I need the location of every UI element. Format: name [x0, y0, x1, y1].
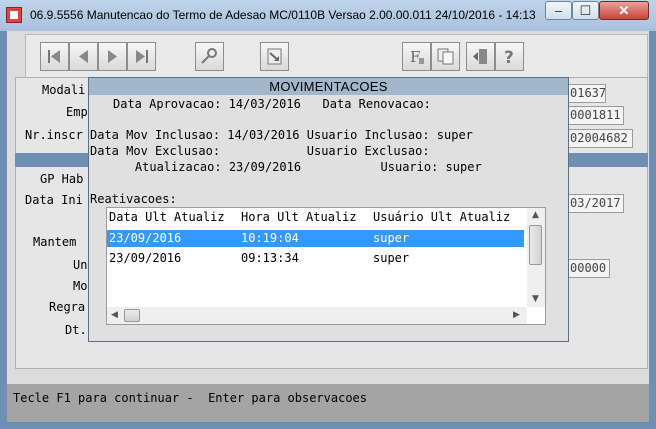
scroll-left-icon[interactable]: ◀ [111, 310, 118, 320]
reativacoes-grid[interactable]: Data Ult Atualiz Hora Ult Atualiz Usuári… [106, 207, 546, 325]
next-record-button[interactable] [98, 42, 127, 71]
app-icon [6, 7, 22, 23]
label-nr-inscricao: Nr.inscr [25, 128, 83, 142]
cell-user: super [373, 251, 410, 265]
cell-time: 09:13:34 [241, 251, 299, 265]
cell-time: 10:19:04 [241, 231, 299, 245]
help-button[interactable]: ? [495, 42, 524, 71]
scroll-right-icon[interactable]: ▶ [513, 310, 520, 320]
window-title: 06.9.5556 Manutencao do Termo de Adesao … [30, 8, 536, 22]
status-bar: Tecle F1 para continuar - Enter para obs… [7, 384, 649, 422]
dialog-title: MOVIMENTACOES [89, 78, 568, 95]
next-record-icon [108, 50, 117, 63]
label-data-inicio: Data Ini [25, 193, 83, 207]
last-record-icon [136, 50, 148, 63]
label-regra: Regra [49, 300, 86, 314]
exit-door-icon [473, 49, 487, 64]
cell-date: 23/09/2016 [109, 251, 182, 265]
maximize-button[interactable]: ☐ [572, 1, 599, 20]
line-exclusao: Data Mov Exclusao: Usuario Exclusao: [90, 144, 430, 158]
previous-record-button[interactable] [69, 42, 98, 71]
label-empresa: Emp [66, 105, 88, 119]
filter-button[interactable]: F [402, 42, 431, 71]
line-inclusao: Data Mov Inclusao: 14/03/2016 Usuario In… [90, 128, 473, 142]
label-mantem: Mantem [33, 235, 77, 249]
search-key-button[interactable] [195, 42, 224, 71]
toolbar: F ? [25, 34, 648, 79]
svg-text:F: F [410, 48, 420, 66]
field-unidade-code[interactable]: 00000 [566, 259, 610, 278]
table-row[interactable]: 23/09/2016 10:19:04 super [107, 230, 524, 247]
filter-icon: F [410, 48, 424, 66]
reativacoes-label: Reativacoes: [90, 192, 177, 206]
goto-record-button[interactable] [260, 42, 289, 71]
column-header-usuario[interactable]: Usuário Ult Atualiz [373, 210, 510, 224]
label-un: Un [73, 258, 88, 272]
help-question-icon: ? [504, 48, 514, 66]
copy-button[interactable] [431, 42, 460, 71]
status-message: Tecle F1 para continuar - Enter para obs… [13, 391, 368, 405]
field-inscricao-code[interactable]: 02004682 [566, 129, 633, 148]
copy-documents-icon [437, 48, 454, 65]
horizontal-scrollbar[interactable]: ◀ ▶ [107, 307, 527, 324]
label-dt: Dt. [65, 323, 87, 337]
label-gp-hab: GP Hab [40, 172, 84, 186]
scroll-up-icon[interactable]: ▲ [532, 210, 539, 220]
last-record-button[interactable] [127, 42, 156, 71]
window-title-bar[interactable]: 06.9.5556 Manutencao do Termo de Adesao … [0, 0, 656, 31]
first-record-icon [48, 50, 60, 63]
horizontal-scroll-thumb[interactable] [124, 309, 140, 322]
cell-user: super [373, 231, 410, 245]
previous-record-icon [79, 50, 88, 63]
line-aprovacao: Data Aprovacao: 14/03/2016 Data Renovaca… [113, 97, 431, 111]
column-header-hora[interactable]: Hora Ult Atualiz [241, 210, 357, 224]
table-row[interactable]: 23/09/2016 09:13:34 super [107, 250, 524, 267]
column-header-data[interactable]: Data Ult Atualiz [109, 210, 225, 224]
goto-record-icon [267, 48, 282, 65]
line-atualizacao: Atualizacao: 23/09/2016 Usuario: super [106, 160, 482, 174]
vertical-scroll-thumb[interactable] [529, 225, 542, 265]
field-data-fim[interactable]: 03/2017 [566, 194, 624, 213]
movimentacoes-dialog: MOVIMENTACOES Data Aprovacao: 14/03/2016… [88, 77, 569, 342]
vertical-scrollbar[interactable]: ▲ ▼ [527, 208, 545, 307]
field-modalidade-code[interactable]: 01637 [566, 84, 606, 103]
first-record-button[interactable] [40, 42, 69, 71]
minimize-button[interactable]: – [545, 1, 572, 20]
label-mo: Mo [73, 279, 88, 293]
cell-date: 23/09/2016 [109, 231, 182, 245]
close-button[interactable]: ✕ [599, 1, 649, 20]
exit-button[interactable] [466, 42, 495, 71]
scroll-down-icon[interactable]: ▼ [532, 294, 539, 304]
svg-text:?: ? [504, 48, 514, 66]
field-empresa-code[interactable]: 0001811 [566, 106, 624, 125]
search-key-icon [201, 48, 217, 64]
label-modalidade: Modali [42, 83, 86, 97]
